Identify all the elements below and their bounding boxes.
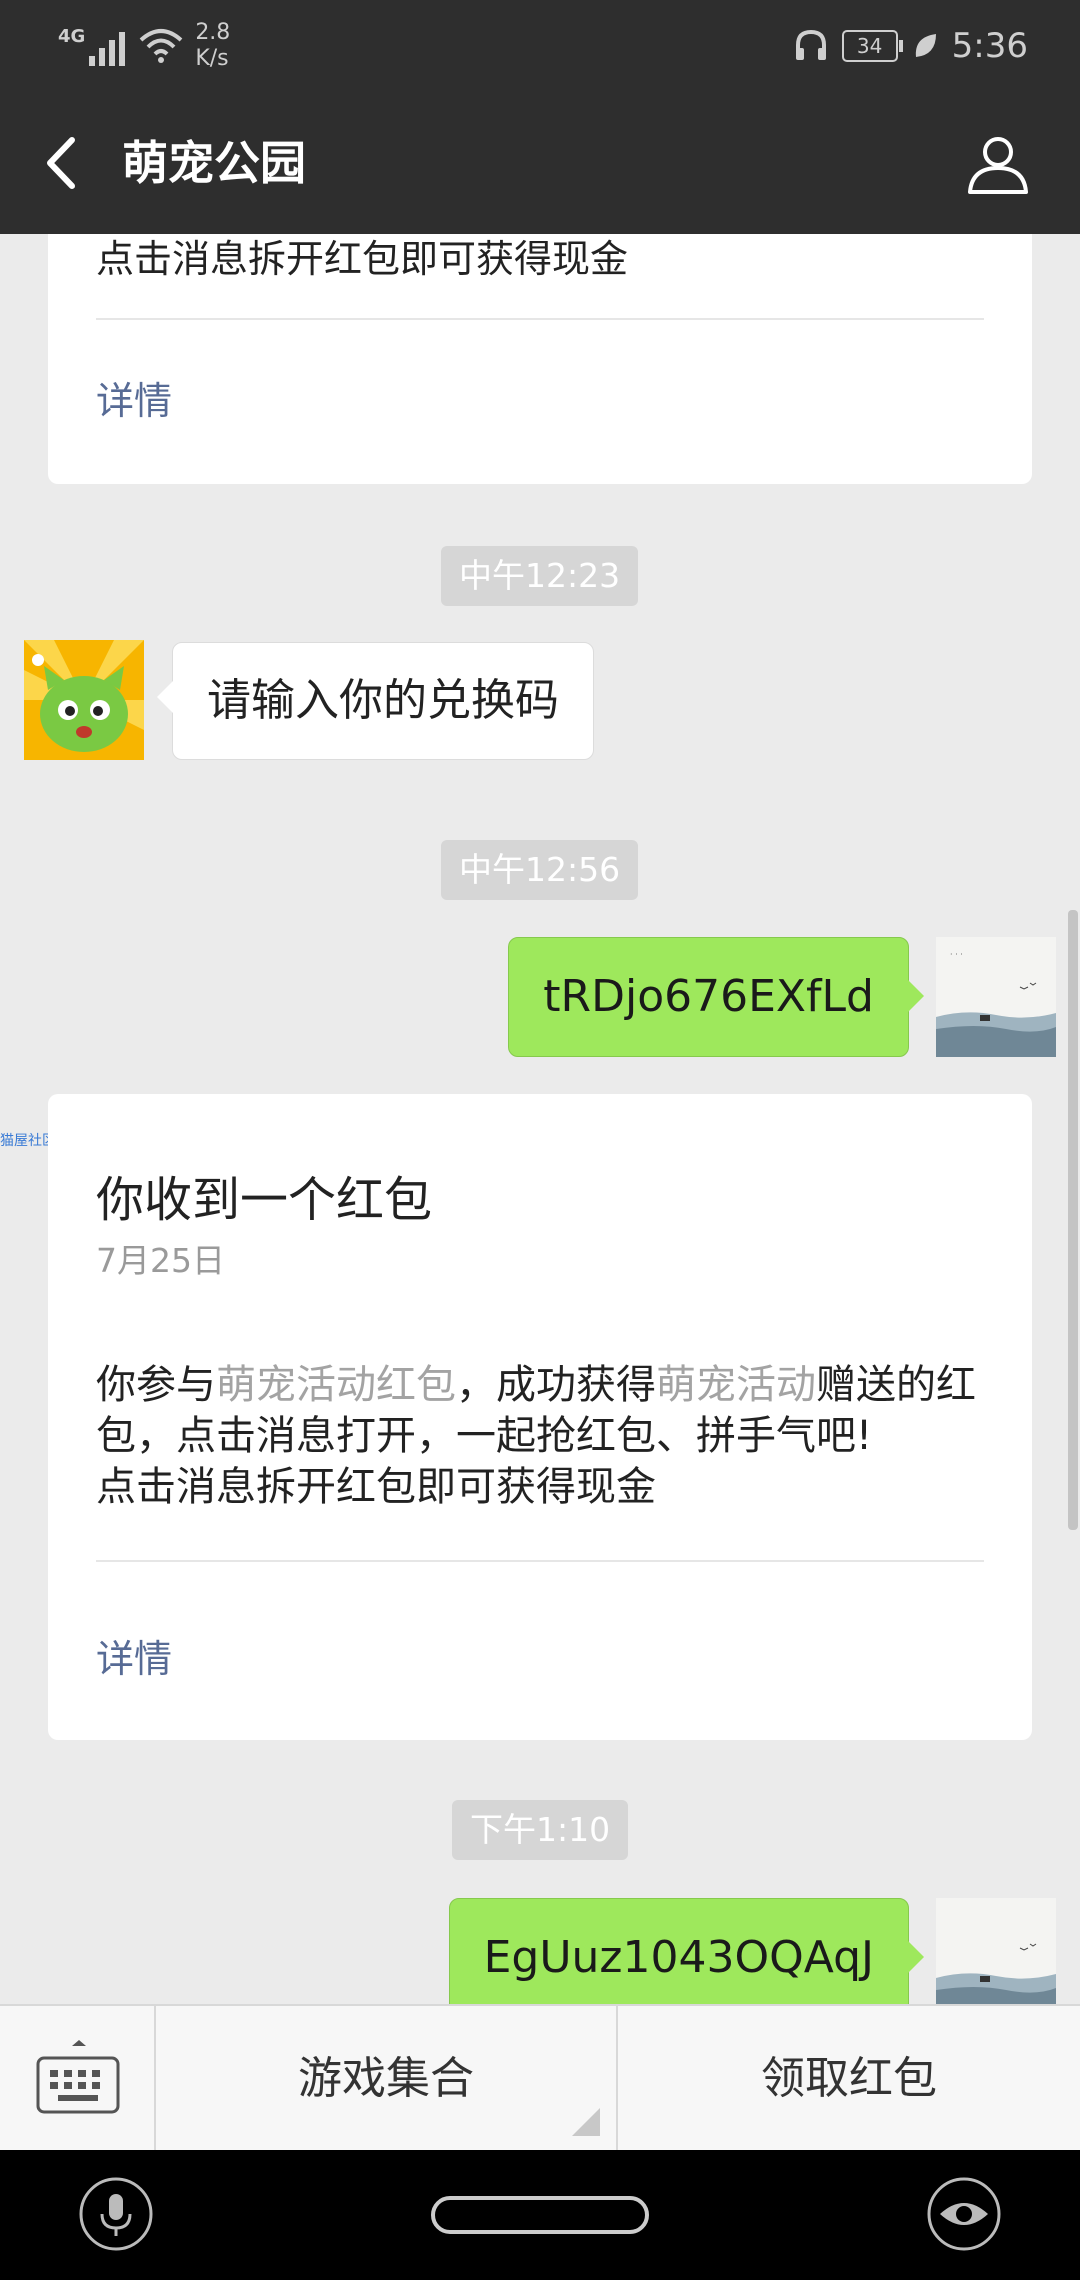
battery-indicator: 34: [841, 30, 903, 62]
svg-text:· · ·: · · ·: [950, 950, 963, 959]
network-speed: 2.8 K/s: [195, 20, 230, 72]
clock: 5:36: [951, 26, 1028, 66]
menu-label: 游戏集合: [298, 2053, 474, 2104]
detail-link[interactable]: 详情: [96, 370, 172, 425]
title-bar: 萌宠公园: [0, 92, 1080, 234]
contact-avatar[interactable]: [24, 640, 144, 760]
timestamp: 中午12:23: [441, 546, 639, 606]
network-type: 4G: [58, 26, 86, 47]
navigation-bar: [0, 2150, 1080, 2280]
card-date: 7月25日: [96, 1241, 225, 1280]
divider: [96, 318, 984, 320]
signal-icon: [89, 26, 126, 66]
card-text: 点击消息拆开红包即可获得现金: [96, 237, 629, 281]
scrollbar[interactable]: [1068, 910, 1078, 1530]
pet-avatar-image: [24, 640, 144, 760]
timestamp: 中午12:56: [441, 840, 639, 900]
speed-unit: K/s: [195, 46, 229, 71]
home-pill-icon[interactable]: [430, 2195, 650, 2235]
card-title: 你收到一个红包: [96, 1172, 433, 1228]
red-packet-card[interactable]: 你收到一个红包 7月25日 你参与萌宠活动红包，成功获得萌宠活动赠送的红包，点击…: [48, 1094, 1032, 1740]
my-avatar[interactable]: [936, 1898, 1056, 2004]
message-card[interactable]: 点击消息拆开红包即可获得现金 详情: [48, 234, 1032, 484]
bottom-menu: 游戏集合 领取红包: [0, 2004, 1080, 2152]
status-bar: 4G 2.8 K/s 34 5:36: [0, 0, 1080, 92]
person-icon[interactable]: [966, 132, 1030, 196]
leaf-icon: [915, 34, 936, 57]
ink-landscape-image: [936, 1898, 1056, 2004]
card-body-text: ，成功获得: [456, 1362, 656, 1408]
detail-link[interactable]: 详情: [96, 1628, 172, 1683]
menu-label: 领取红包: [761, 2053, 937, 2104]
card-body-text: 点击消息拆开红包即可获得现金: [96, 1464, 656, 1510]
chat-title: 萌宠公园: [122, 136, 306, 190]
wifi-icon: [139, 29, 183, 63]
card-body-text: 你参与: [96, 1362, 216, 1408]
status-left: 4G 2.8 K/s: [58, 16, 230, 76]
card-body-highlight: 萌宠活动红包: [216, 1362, 456, 1408]
card-body-highlight: 萌宠活动: [656, 1362, 816, 1408]
divider: [96, 1560, 984, 1562]
eye-icon[interactable]: [926, 2176, 1002, 2252]
outgoing-message[interactable]: tRDjo676EXfLd: [508, 937, 924, 1057]
microphone-icon[interactable]: [78, 2176, 154, 2252]
outgoing-message[interactable]: EgUuz1043OQAqJ: [448, 1898, 925, 2004]
headphones-icon: [795, 29, 826, 60]
status-right: 34 5:36: [794, 20, 1028, 72]
chat-area[interactable]: 点击消息拆开红包即可获得现金 详情 中午12:23 请输入你的兑换码 中午12:…: [0, 234, 1080, 2004]
menu-claim-red-packet[interactable]: 领取红包: [618, 2006, 1080, 2152]
speed-value: 2.8: [195, 20, 231, 45]
submenu-indicator-icon: [572, 2108, 600, 2136]
keyboard-toggle-button[interactable]: [0, 2006, 156, 2152]
chevron-left-icon[interactable]: [36, 128, 96, 198]
my-avatar[interactable]: · · ·: [936, 937, 1056, 1057]
timestamp: 下午1:10: [452, 1800, 629, 1860]
incoming-message[interactable]: 请输入你的兑换码: [157, 642, 594, 760]
menu-game-collection[interactable]: 游戏集合: [156, 2006, 618, 2152]
card-body: 你参与萌宠活动红包，成功获得萌宠活动赠送的红包，点击消息打开，一起抢红包、拼手气…: [96, 1360, 986, 1513]
keyboard-icon: [36, 2040, 120, 2114]
ink-landscape-image: · · ·: [936, 937, 1056, 1057]
